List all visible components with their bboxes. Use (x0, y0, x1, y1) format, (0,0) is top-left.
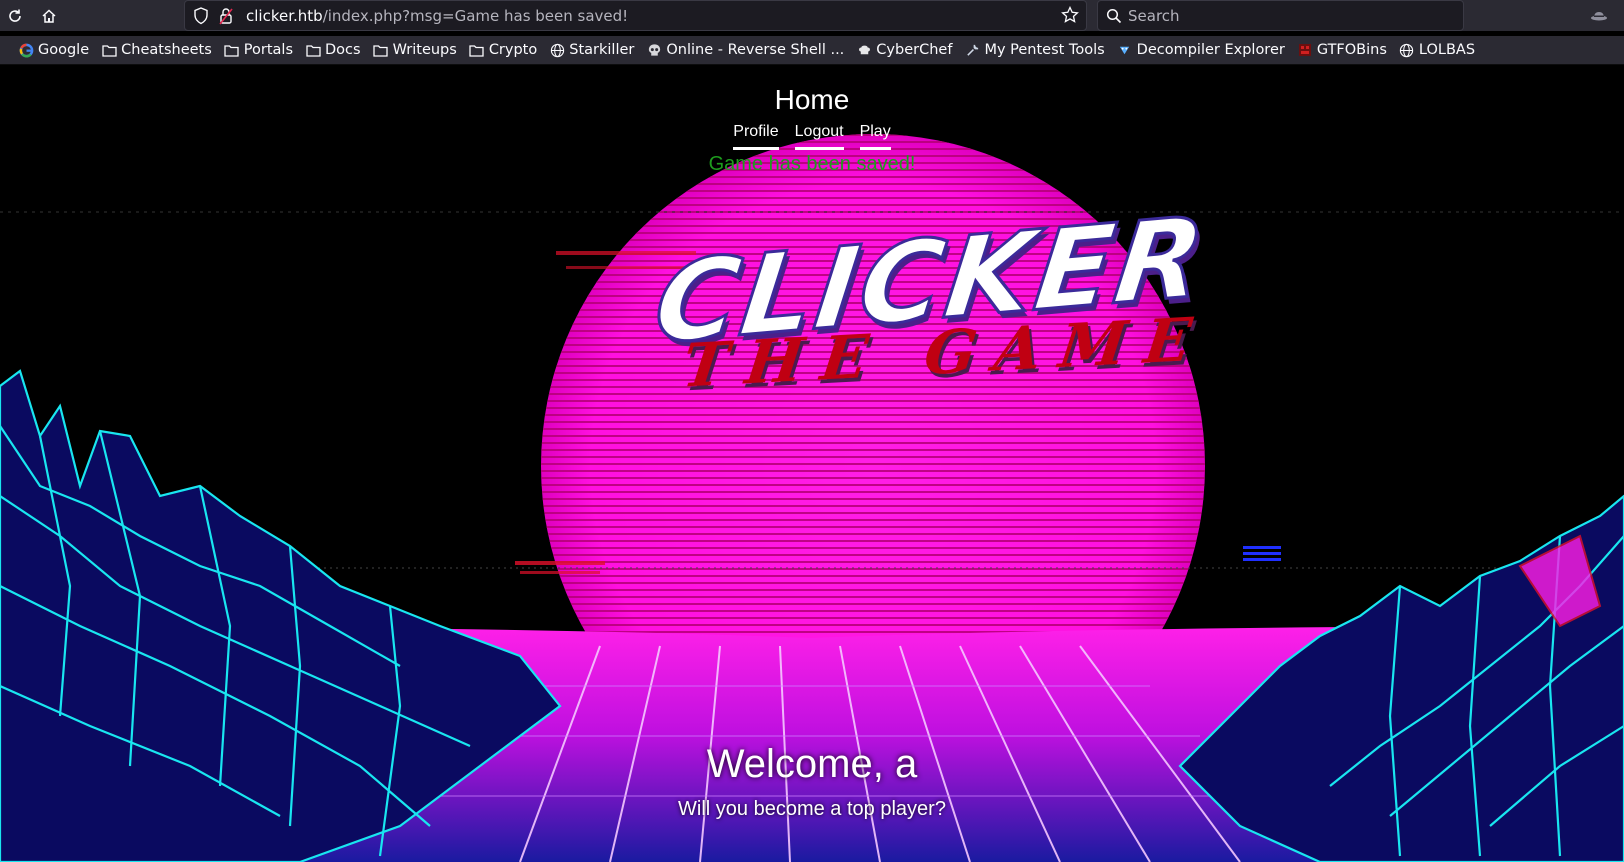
home-icon[interactable] (38, 5, 60, 27)
bookmark-crypto[interactable]: Crypto (469, 42, 537, 58)
page-title: Home (774, 84, 850, 115)
folder-icon (469, 42, 485, 58)
search-bar[interactable]: Search (1097, 0, 1464, 31)
shield-icon[interactable] (193, 7, 209, 29)
bookmark-label: Crypto (488, 42, 538, 58)
url-path: /index.php?msg=Game has been saved! (322, 7, 629, 25)
reload-icon[interactable] (4, 5, 26, 27)
nav-link-profile[interactable]: Profile (733, 123, 779, 150)
globe-icon (549, 42, 565, 58)
bookmark-writeups[interactable]: Writeups (373, 42, 457, 58)
bookmark-label: LOLBAS (1418, 42, 1476, 58)
skull-icon (646, 42, 662, 58)
globe-icon (1399, 42, 1415, 58)
bookmark-google[interactable]: Google (18, 42, 89, 58)
nav-link-logout[interactable]: Logout (794, 123, 844, 150)
folder-icon (305, 42, 321, 58)
bookmark-label: CyberChef (876, 42, 953, 58)
url-bar[interactable]: clicker.htb/index.php?msg=Game has been … (184, 0, 1087, 31)
bookmark-label: Google (38, 42, 90, 58)
flash-message: Game has been saved! (708, 153, 916, 175)
bookmark-cheatsheets[interactable]: Cheatsheets (101, 42, 212, 58)
gtfobins-icon (1297, 42, 1313, 58)
url-host: clicker.htb (246, 7, 323, 25)
bookmark-reverse-shell[interactable]: Online - Reverse Shell ... (646, 42, 844, 58)
google-icon (18, 42, 34, 58)
bookmark-label: My Pentest Tools (984, 42, 1105, 58)
bookmark-label: GTFOBins (1316, 42, 1387, 58)
folder-icon (224, 42, 240, 58)
chef-icon (856, 42, 872, 58)
welcome-heading: Welcome, a (706, 742, 918, 786)
bookmark-label: Writeups (392, 42, 457, 58)
tagline-text: Will you become a top player? (678, 798, 946, 820)
bookmark-label: Starkiller (569, 42, 635, 58)
browser-toolbar: clicker.htb/index.php?msg=Game has been … (0, 0, 1624, 31)
bookmark-label: Cheatsheets (121, 42, 212, 58)
extension-hat-icon[interactable] (1588, 5, 1610, 27)
search-input[interactable]: Search (1128, 7, 1180, 25)
bookmark-star-icon[interactable] (1061, 5, 1079, 28)
page-viewport: Home Profile Logout Play Game has been s… (0, 66, 1624, 862)
nav-link-play[interactable]: Play (859, 123, 891, 150)
search-icon (1106, 8, 1122, 28)
folder-icon (101, 42, 117, 58)
bookmark-cyberchef[interactable]: CyberChef (856, 42, 952, 58)
bookmark-docs[interactable]: Docs (305, 42, 361, 58)
url-text[interactable]: clicker.htb/index.php?msg=Game has been … (246, 7, 628, 25)
bookmark-label: Decompiler Explorer (1136, 42, 1285, 58)
insecure-lock-icon[interactable] (219, 7, 233, 29)
bookmark-lolbas[interactable]: LOLBAS (1399, 42, 1475, 58)
bookmark-label: Portals (243, 42, 293, 58)
bookmark-label: Docs (325, 42, 361, 58)
bookmarks-toolbar: Google Cheatsheets Portals Docs Writeups… (0, 36, 1624, 65)
tool-icon (964, 42, 980, 58)
main-nav: Profile Logout Play (0, 123, 1624, 150)
folder-icon (373, 42, 389, 58)
bookmark-label: Online - Reverse Shell ... (666, 42, 845, 58)
bookmark-starkiller[interactable]: Starkiller (549, 42, 634, 58)
dogbolt-icon (1117, 42, 1133, 58)
bookmark-pentest-tools[interactable]: My Pentest Tools (964, 42, 1105, 58)
bookmark-portals[interactable]: Portals (224, 42, 293, 58)
bookmark-gtfobins[interactable]: GTFOBins (1297, 42, 1387, 58)
bookmark-decompiler-explorer[interactable]: Decompiler Explorer (1117, 42, 1285, 58)
